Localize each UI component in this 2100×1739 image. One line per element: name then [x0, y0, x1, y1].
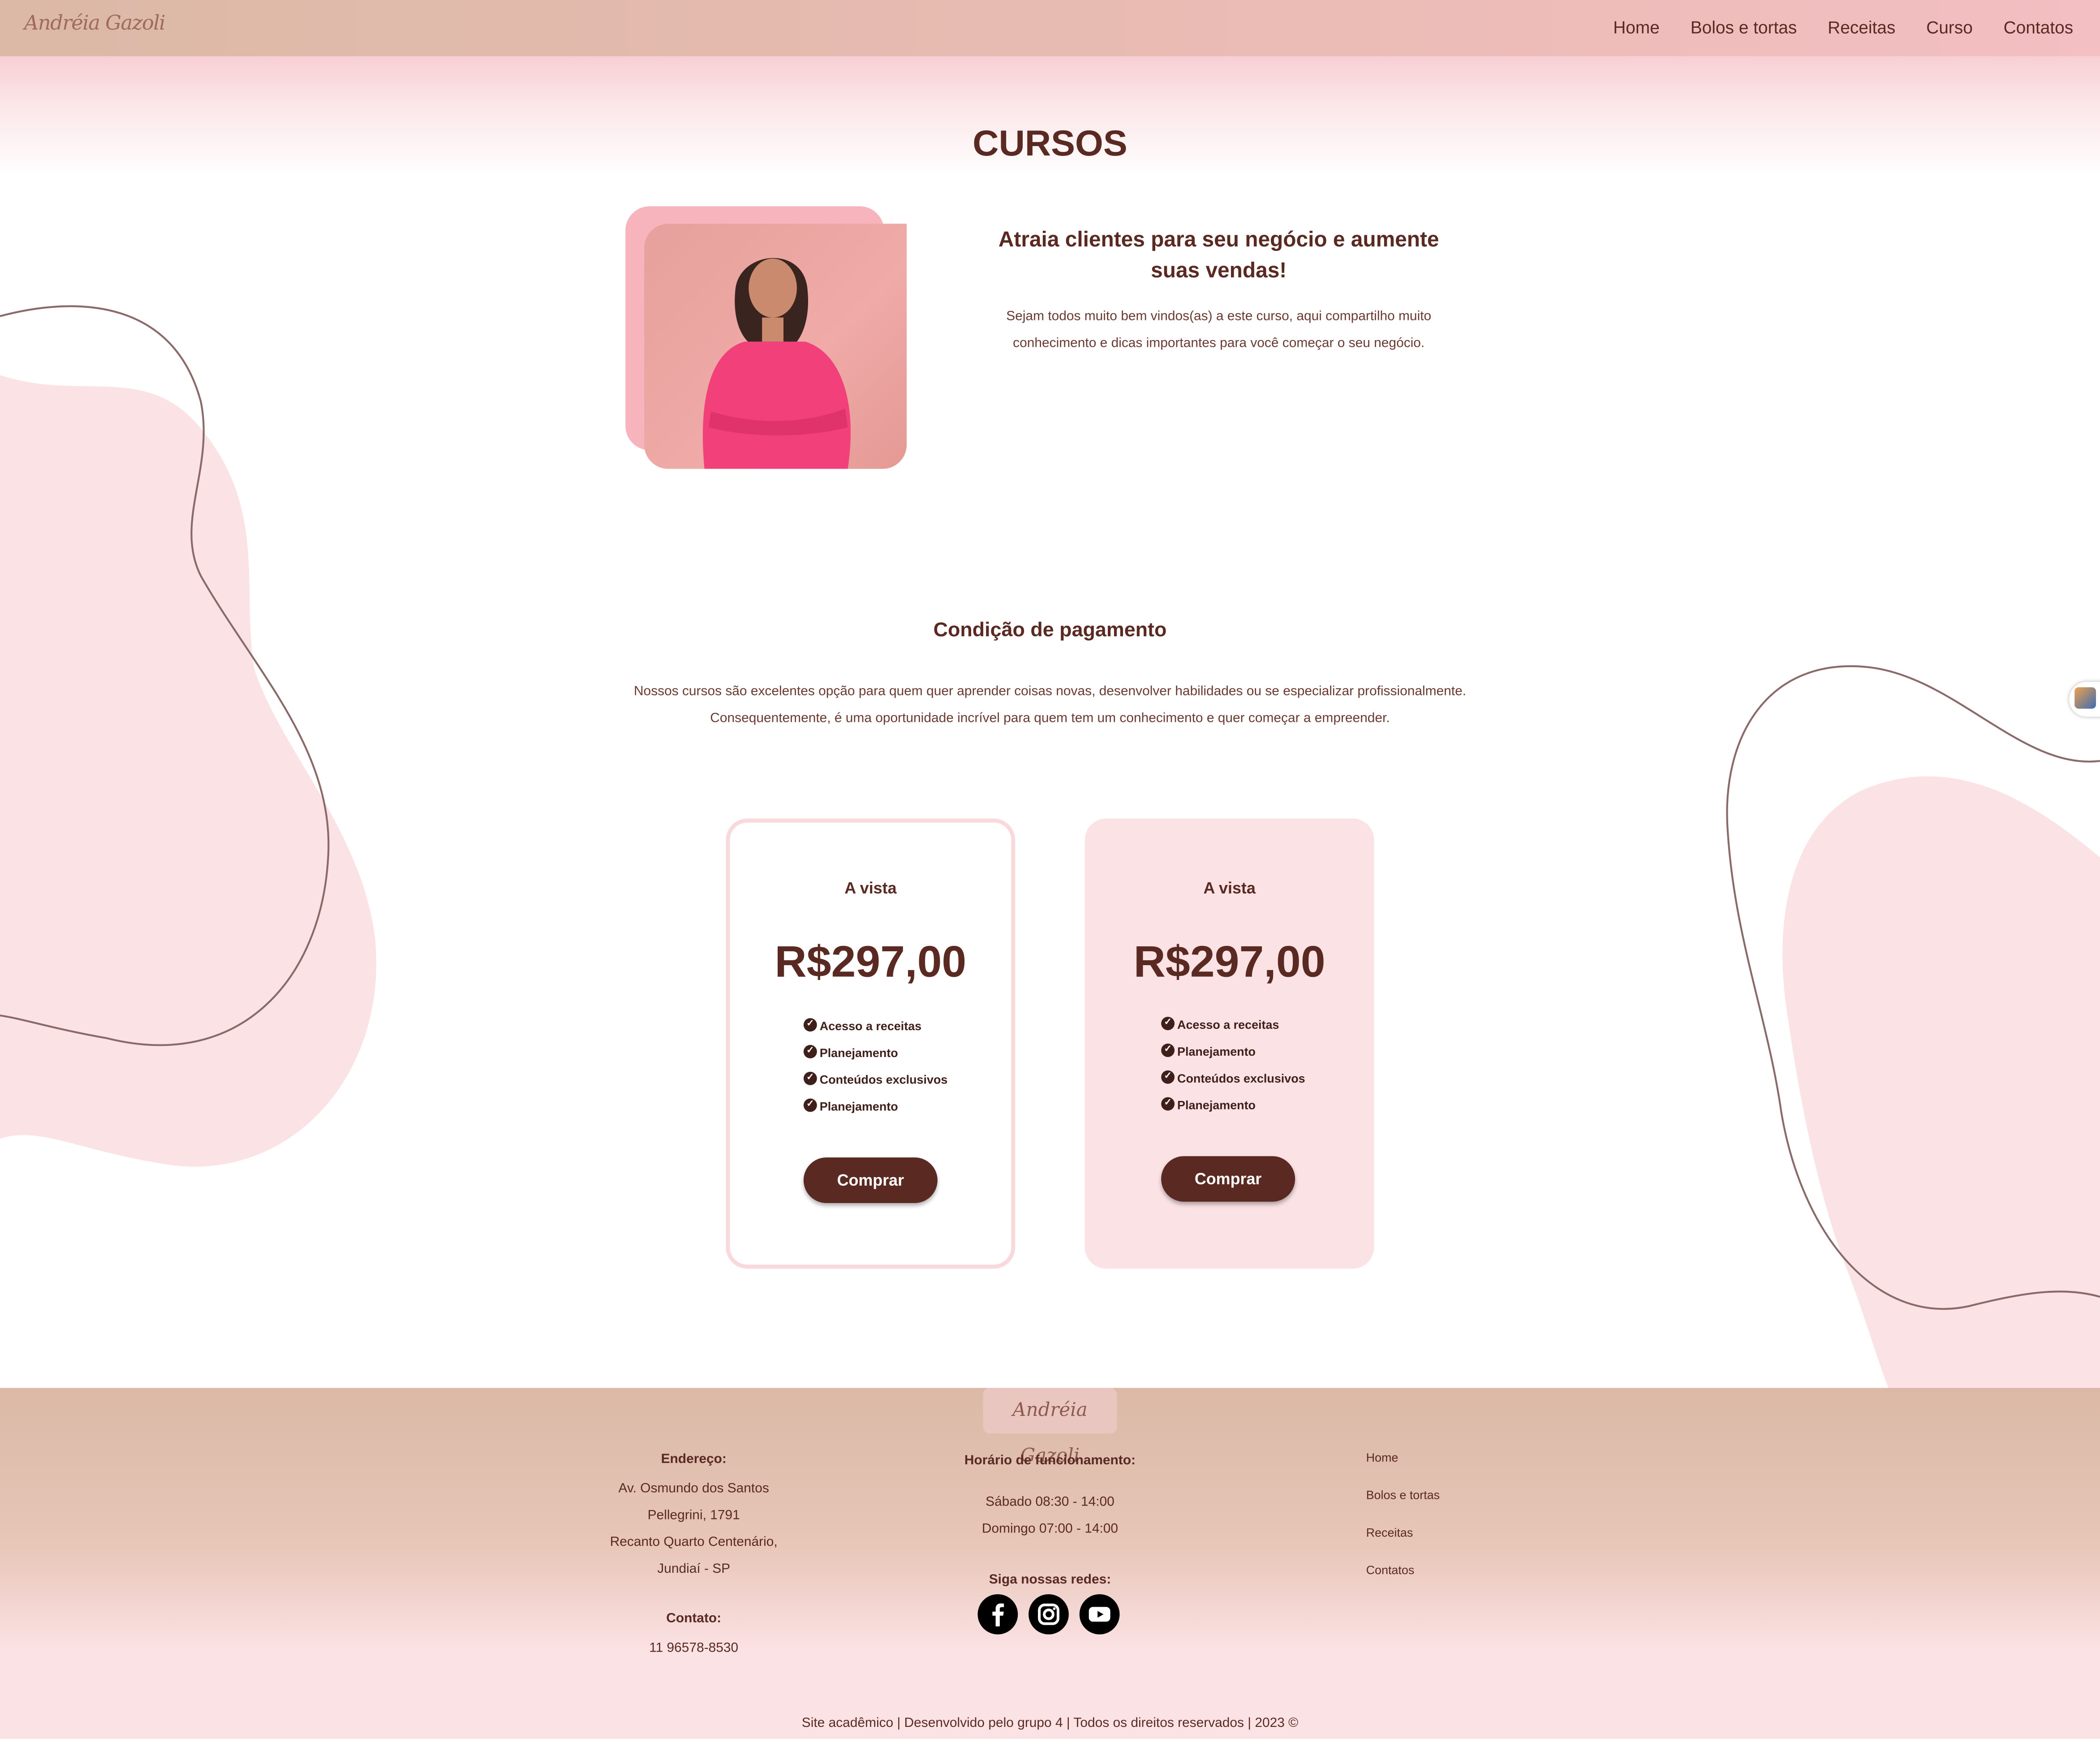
- address-line: Pellegrini, 1791: [647, 1508, 740, 1523]
- social-title: Siga nossas redes:: [989, 1573, 1111, 1588]
- social-links: [977, 1594, 1120, 1635]
- contact-phone: 11 96578-8530: [649, 1641, 739, 1656]
- hours-line: Domingo 07:00 - 14:00: [981, 1522, 1119, 1537]
- card-label: A vista: [844, 879, 897, 898]
- footer-link-contatos[interactable]: Contatos: [1366, 1563, 1440, 1601]
- payment-heading: Condição de pagamento: [933, 619, 1167, 642]
- check-circle-icon: ✓: [803, 1071, 817, 1085]
- chef-photo: [644, 224, 907, 469]
- address-line: Jundiaí - SP: [657, 1562, 731, 1577]
- feature-item: ✓ Conteúdos exclusivos: [1161, 1070, 1305, 1099]
- footer-logo: Andréia Gazoli: [983, 1388, 1117, 1467]
- page-title: CURSOS: [973, 123, 1127, 164]
- card-label: A vista: [1203, 879, 1256, 898]
- feature-item: ✓ Acesso a receitas: [803, 1018, 947, 1046]
- address-line: Av. Osmundo dos Santos: [618, 1481, 769, 1497]
- feature-item: ✓ Planejamento: [803, 1098, 947, 1127]
- check-circle-icon: ✓: [803, 1098, 817, 1112]
- intro-heading: Atraia clientes para seu negócio e aumen…: [998, 229, 1439, 283]
- nav-receitas[interactable]: Receitas: [1828, 17, 1895, 38]
- card-price: R$297,00: [1133, 936, 1325, 986]
- check-circle-icon: ✓: [1161, 1097, 1175, 1111]
- footer-links: Home Bolos e tortas Receitas Contatos: [1366, 1451, 1440, 1601]
- feature-item: ✓ Planejamento: [803, 1045, 947, 1073]
- check-circle-icon: ✓: [803, 1018, 817, 1032]
- footer-address: Endereço: Av. Osmundo dos Santos Pellegr…: [600, 1447, 788, 1662]
- check-circle-icon: ✓: [1161, 1017, 1175, 1031]
- facebook-icon[interactable]: [977, 1594, 1018, 1635]
- copyright: Site acadêmico | Desenvolvido pelo grupo…: [801, 1716, 1299, 1731]
- site-logo[interactable]: Andréia Gazoli: [24, 11, 166, 35]
- instagram-icon[interactable]: [1028, 1594, 1069, 1635]
- hours-line: Sábado 08:30 - 14:00: [985, 1495, 1115, 1510]
- feature-item: ✓ Planejamento: [1161, 1097, 1305, 1126]
- check-circle-icon: ✓: [1161, 1044, 1175, 1057]
- card-price: R$297,00: [775, 936, 967, 986]
- accessibility-icon: [2074, 687, 2096, 709]
- buy-button[interactable]: Comprar: [1161, 1156, 1295, 1202]
- nav-contatos[interactable]: Contatos: [2004, 17, 2074, 38]
- footer-link-receitas[interactable]: Receitas: [1366, 1526, 1440, 1563]
- check-circle-icon: ✓: [803, 1045, 817, 1058]
- footer-link-bolos-e-tortas[interactable]: Bolos e tortas: [1366, 1489, 1440, 1526]
- feature-list: ✓ Acesso a receitas ✓ Planejamento ✓ Conteú…: [1161, 1017, 1305, 1126]
- footer-link-home[interactable]: Home: [1366, 1451, 1440, 1489]
- feature-item: ✓ Acesso a receitas: [1161, 1017, 1305, 1045]
- address-title: Endereço:: [661, 1452, 727, 1467]
- nav-home[interactable]: Home: [1613, 17, 1660, 38]
- footer-hours: Horário de funcionamento: Sábado 08:30 -…: [938, 1454, 1162, 1588]
- hours-title: Horário de funcionamento:: [964, 1453, 1136, 1468]
- contact-title: Contato:: [666, 1611, 722, 1627]
- nav-curso[interactable]: Curso: [1926, 17, 1973, 38]
- feature-list: ✓ Acesso a receitas ✓ Planejamento ✓ Conteú…: [803, 1018, 947, 1127]
- youtube-icon[interactable]: [1079, 1594, 1120, 1635]
- buy-button[interactable]: Comprar: [803, 1157, 938, 1203]
- feature-item: ✓ Planejamento: [1161, 1044, 1305, 1072]
- pricing-card: A vista R$297,00 ✓ Acesso a receitas ✓ Pla…: [726, 818, 1016, 1269]
- accessibility-widget[interactable]: [2069, 682, 2100, 717]
- nav-bolos-e-tortas[interactable]: Bolos e tortas: [1691, 17, 1797, 38]
- main-nav: Home Bolos e tortas Receitas Curso Conta…: [1613, 17, 2073, 38]
- pricing-card: A vista R$297,00 ✓ Acesso a receitas ✓ Pla…: [1084, 818, 1374, 1269]
- payment-text: Nossos cursos são excelentes opção para …: [633, 684, 1467, 726]
- address-line: Recanto Quarto Centenário,: [610, 1535, 778, 1550]
- feature-item: ✓ Conteúdos exclusivos: [803, 1071, 947, 1100]
- check-circle-icon: ✓: [1161, 1070, 1175, 1084]
- intro-text: Sejam todos muito bem vindos(as) a este …: [1006, 309, 1432, 351]
